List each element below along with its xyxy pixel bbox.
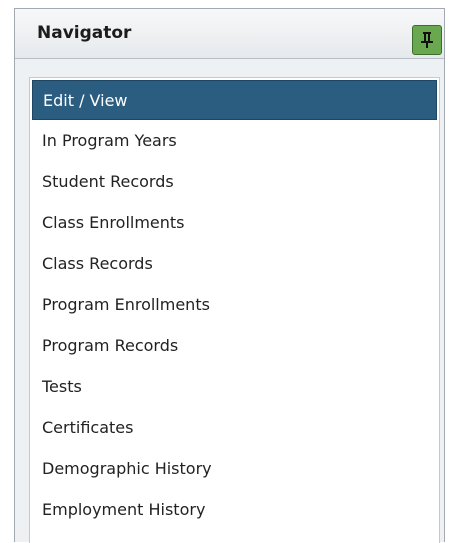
navigator-header: Navigator [15, 9, 444, 59]
navigator-panel: Navigator Edit / View In Program Years S… [14, 8, 445, 543]
navigator-title: Navigator [37, 23, 132, 43]
pin-icon [421, 32, 433, 48]
nav-item-program-records[interactable]: Program Records [32, 326, 437, 366]
nav-item-employment-history[interactable]: Employment History [32, 490, 437, 530]
nav-item-edit-view[interactable]: Edit / View [32, 80, 437, 120]
nav-item-program-enrollments[interactable]: Program Enrollments [32, 285, 437, 325]
nav-item-student-records[interactable]: Student Records [32, 162, 437, 202]
nav-item-in-program-years[interactable]: In Program Years [32, 121, 437, 161]
nav-item-demographic-history[interactable]: Demographic History [32, 449, 437, 489]
nav-item-tests[interactable]: Tests [32, 367, 437, 407]
navigator-list: Edit / View In Program Years Student Rec… [29, 77, 440, 543]
nav-item-class-enrollments[interactable]: Class Enrollments [32, 203, 437, 243]
nav-item-class-records[interactable]: Class Records [32, 244, 437, 284]
pin-button[interactable] [412, 25, 442, 55]
nav-item-certificates[interactable]: Certificates [32, 408, 437, 448]
